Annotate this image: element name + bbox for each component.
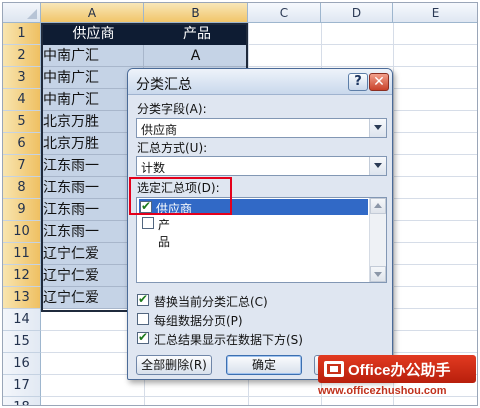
checkbox[interactable]	[140, 199, 152, 213]
row-header[interactable]: 9	[3, 199, 41, 221]
group-field-value: 供应商	[141, 123, 178, 137]
office-logo-icon	[324, 361, 344, 377]
list-item-label: 产品	[158, 218, 171, 249]
watermark-banner: Office办公助手	[318, 355, 476, 383]
row-header[interactable]: 17	[3, 375, 41, 397]
scroll-down-icon[interactable]	[370, 266, 386, 282]
column-header-e[interactable]: E	[393, 3, 477, 23]
column-header-a[interactable]: A	[41, 3, 144, 23]
ok-button[interactable]: 确定	[226, 355, 302, 375]
product-cell[interactable]: A	[144, 45, 248, 67]
close-button[interactable]: ✕	[369, 73, 389, 91]
dialog-title: 分类汇总	[136, 77, 192, 93]
row-header[interactable]: 15	[3, 331, 41, 353]
row-header[interactable]: 13	[3, 287, 41, 309]
group-field-label: 分类字段(A):	[137, 102, 207, 116]
row-header[interactable]: 6	[3, 133, 41, 155]
column-header-c[interactable]: C	[248, 3, 321, 23]
summary-method-value: 计数	[141, 161, 166, 175]
checkbox[interactable]	[137, 330, 149, 344]
subtotal-items-label: 选定汇总项(D):	[137, 181, 220, 195]
row-header[interactable]: 18	[3, 397, 41, 405]
row-header[interactable]: 1	[3, 23, 41, 45]
help-button[interactable]: ?	[348, 73, 368, 91]
column-header-b[interactable]: B	[144, 3, 248, 23]
row-header[interactable]: 5	[3, 111, 41, 133]
row-header[interactable]: 4	[3, 89, 41, 111]
header-cell-supplier[interactable]: 供应商	[41, 23, 144, 45]
row-header[interactable]: 3	[3, 67, 41, 89]
column-header-d[interactable]: D	[321, 3, 393, 23]
list-item[interactable]: 供应商	[139, 199, 368, 216]
option-label: 汇总结果显示在数据下方(S)	[154, 333, 303, 347]
group-field-select[interactable]: 供应商	[136, 118, 387, 138]
option-label: 每组数据分页(P)	[154, 314, 243, 328]
row-header[interactable]: 8	[3, 177, 41, 199]
row-header[interactable]: 14	[3, 309, 41, 331]
supplier-cell[interactable]: 中南广汇	[41, 45, 144, 67]
row-header[interactable]: 11	[3, 243, 41, 265]
option-label: 替换当前分类汇总(C)	[154, 295, 268, 309]
select-all-corner[interactable]	[3, 3, 41, 23]
row-header[interactable]: 10	[3, 221, 41, 243]
subtotal-dialog: 分类汇总 ? ✕ 分类字段(A): 供应商 汇总方式(U): 计数 选定汇总项(…	[127, 68, 393, 380]
row-header[interactable]: 12	[3, 265, 41, 287]
row-header[interactable]: 7	[3, 155, 41, 177]
chevron-down-icon[interactable]	[369, 157, 386, 175]
row-header[interactable]: 16	[3, 353, 41, 375]
chevron-down-icon[interactable]	[369, 119, 386, 137]
dialog-titlebar[interactable]: 分类汇总 ? ✕	[128, 69, 392, 95]
scroll-up-icon[interactable]	[370, 198, 386, 214]
checkbox[interactable]	[137, 313, 149, 325]
summary-method-select[interactable]: 计数	[136, 156, 387, 176]
checkbox[interactable]	[142, 217, 154, 229]
subtotal-items-list[interactable]: 供应商 产品	[136, 197, 387, 283]
list-item-label: 供应商	[156, 202, 193, 216]
header-cell-product[interactable]: 产品	[144, 23, 248, 45]
row-header[interactable]: 2	[3, 45, 41, 67]
watermark-brand: Office办公助手	[348, 362, 451, 379]
remove-all-button[interactable]: 全部删除(R)	[136, 355, 212, 375]
summary-method-label: 汇总方式(U):	[137, 141, 208, 155]
watermark-url: www.officezhushou.com	[318, 385, 447, 397]
checkbox[interactable]	[137, 292, 149, 306]
scrollbar[interactable]	[369, 198, 386, 282]
